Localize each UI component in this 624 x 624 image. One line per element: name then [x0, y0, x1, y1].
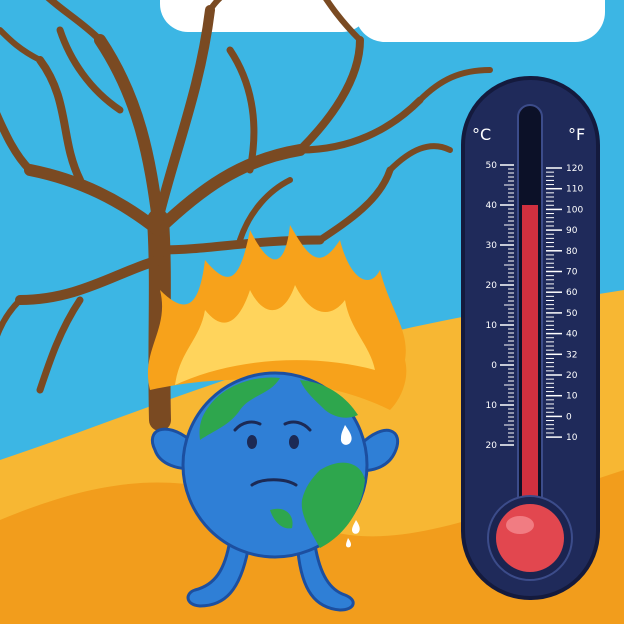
celsius-tick-label: 0 [491, 361, 497, 371]
fahrenheit-tick-label: 0 [566, 412, 572, 422]
fahrenheit-tick-label: 120 [566, 164, 583, 174]
celsius-tick-label: 20 [486, 441, 498, 451]
fahrenheit-tick-label: 10 [566, 392, 578, 402]
celsius-tick-label: 10 [486, 401, 498, 411]
fahrenheit-tick-label: 70 [566, 268, 578, 278]
fahrenheit-tick-label: 90 [566, 226, 578, 236]
celsius-unit-label: °C [472, 125, 491, 144]
fahrenheit-tick-label: 80 [566, 247, 578, 257]
illustration-canvas: °C °F 504030201001020 120110100908070605… [0, 0, 624, 624]
cloud-right [355, 0, 605, 42]
celsius-tick-label: 40 [486, 201, 498, 211]
fahrenheit-tick-label: 110 [566, 185, 583, 195]
earth-left-eye [247, 435, 257, 449]
celsius-tick-label: 30 [486, 241, 498, 251]
thermometer-mercury [522, 205, 538, 530]
fahrenheit-tick-label: 60 [566, 288, 578, 298]
fahrenheit-tick-label: 50 [566, 309, 578, 319]
earth-right-eye [289, 435, 299, 449]
celsius-tick-label: 20 [486, 281, 498, 291]
fahrenheit-tick-label: 100 [566, 205, 583, 215]
fahrenheit-tick-label: 10 [566, 433, 578, 443]
fahrenheit-tick-label: 32 [566, 350, 577, 360]
thermometer-bulb-shine [506, 516, 534, 534]
celsius-tick-label: 10 [486, 321, 498, 331]
thermometer-bulb [496, 504, 564, 572]
thermometer-icon: °C °F 504030201001020 120110100908070605… [461, 76, 600, 600]
fahrenheit-tick-label: 20 [566, 371, 578, 381]
celsius-tick-label: 50 [486, 161, 498, 171]
fahrenheit-tick-label: 40 [566, 330, 578, 340]
fahrenheit-unit-label: °F [568, 125, 585, 144]
global-warming-illustration: °C °F 50 40 30 20 10 0 10 20 120 110 100 90 80 70 60 5… [0, 0, 624, 624]
